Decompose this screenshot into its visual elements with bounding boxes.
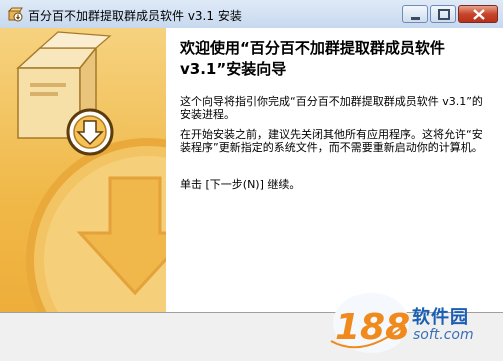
close-apps-text: 在开始安装之前，建议先关闭其他所有应用程序。这将允许“安装程序”更新指定的系统文… (180, 128, 483, 154)
next-instruction-text: 单击 [下一步(N)] 继续。 (180, 178, 301, 191)
minimize-button[interactable] (402, 5, 428, 23)
watermark-domain: soft.com (413, 327, 474, 343)
watermark-number: 188 (335, 307, 410, 348)
watermark-logo-icon: 188 (330, 293, 410, 353)
wizard-banner (0, 28, 166, 312)
welcome-heading: 欢迎使用“百分百不加群提取群成员软件 v3.1”安装向导 (180, 39, 445, 78)
minimize-icon (411, 17, 420, 20)
title-bar[interactable]: 百分百不加群提取群成员软件 v3.1 安装 (0, 0, 503, 29)
intro-text: 这个向导将指引你完成“百分百不加群提取群成员软件 v3.1”的安装进程。 (180, 95, 483, 121)
installer-window: 百分百不加群提取群成员软件 v3.1 安装 欢迎使用“百分百不加群提取群成员软件… (0, 0, 503, 361)
watermark: 188 软件园 soft.com (323, 281, 503, 361)
close-button[interactable] (458, 5, 498, 23)
maximize-icon (438, 9, 450, 20)
window-title: 百分百不加群提取群成员软件 v3.1 安装 (28, 9, 242, 23)
download-box-illustration (16, 31, 166, 312)
maximize-button[interactable] (430, 5, 456, 23)
installer-box-icon (7, 7, 23, 22)
watermark-name: 软件园 (412, 307, 469, 328)
welcome-panel: 欢迎使用“百分百不加群提取群成员软件 v3.1”安装向导 这个向导将指引你完成“… (166, 28, 503, 312)
close-icon (473, 9, 485, 20)
